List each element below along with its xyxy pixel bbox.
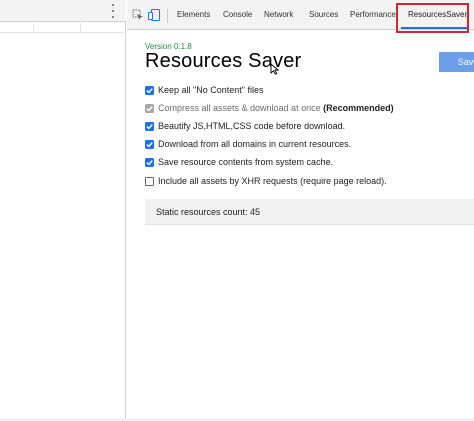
page-toolbar: [0, 0, 126, 22]
option-keep-no-content[interactable]: Keep all "No Content" files: [145, 84, 263, 96]
option-system-cache[interactable]: Save resource contents from system cache…: [145, 156, 333, 168]
status-panel: Static resources count: 45: [145, 199, 474, 225]
devtools-panel: Elements Console Network Sources Perform…: [127, 0, 474, 421]
option-label: Download from all domains in current res…: [158, 139, 352, 149]
option-label: Beautify JS,HTML,CSS code before downloa…: [158, 121, 346, 131]
device-toolbar-icon[interactable]: [148, 9, 160, 21]
option-beautify-code[interactable]: Beautify JS,HTML,CSS code before downloa…: [145, 120, 345, 132]
option-xhr-requests[interactable]: Include all assets by XHR requests (requ…: [145, 175, 387, 187]
highlight-annotation: [396, 3, 469, 33]
mouse-cursor-icon: [269, 62, 281, 75]
tab-performance[interactable]: Performance: [350, 10, 396, 20]
page-ruler-row: [0, 23, 126, 33]
checkbox-beautify-code[interactable]: [145, 121, 154, 131]
option-label: Compress all assets & download at once (…: [158, 103, 394, 113]
option-compress-assets: Compress all assets & download at once (…: [145, 102, 394, 114]
resources-count: Static resources count: 45: [156, 207, 261, 217]
tab-sources[interactable]: Sources: [309, 10, 338, 20]
option-all-domains[interactable]: Download from all domains in current res…: [145, 138, 351, 150]
option-label: Keep all "No Content" files: [158, 85, 264, 95]
checkbox-keep-no-content[interactable]: [145, 85, 154, 95]
tab-console[interactable]: Console: [223, 10, 252, 20]
save-button[interactable]: Save: [439, 52, 474, 72]
inspect-icon[interactable]: [132, 9, 144, 21]
option-label: Save resource contents from system cache…: [158, 157, 334, 167]
recommended-label: (Recommended): [323, 103, 394, 113]
tab-network[interactable]: Network: [264, 10, 293, 20]
more-options-icon[interactable]: [110, 4, 116, 18]
tab-elements[interactable]: Elements: [177, 10, 210, 20]
page-viewport: [0, 0, 126, 421]
option-label: Include all assets by XHR requests (requ…: [158, 176, 387, 186]
checkbox-xhr-requests[interactable]: [145, 176, 154, 186]
checkbox-system-cache[interactable]: [145, 157, 154, 167]
checkbox-all-domains[interactable]: [145, 139, 154, 149]
checkbox-compress-assets: [145, 103, 154, 113]
toolbar-divider: [167, 9, 168, 23]
